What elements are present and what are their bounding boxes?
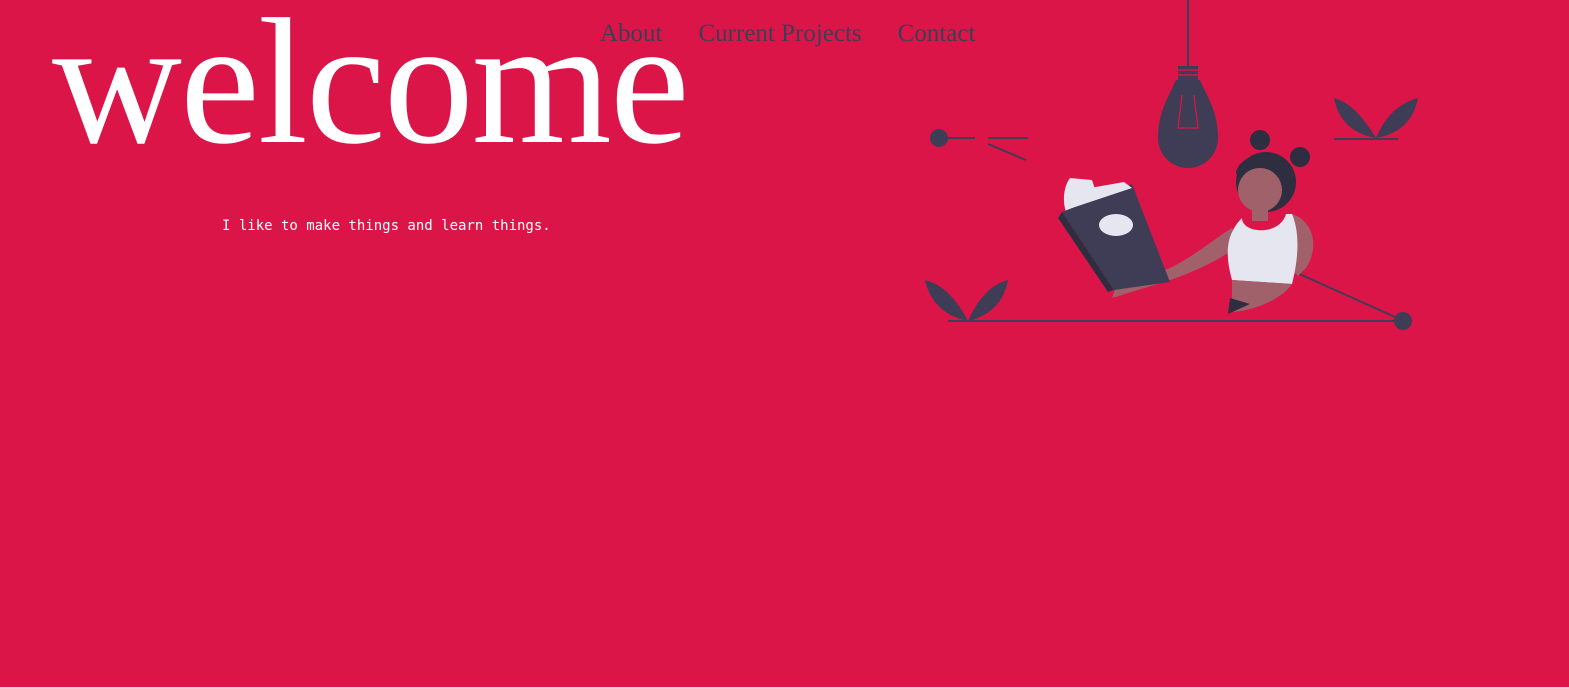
plant-icon-bottom-left xyxy=(925,280,1008,321)
node-dot-right xyxy=(1394,312,1412,330)
plant-icon-top-right xyxy=(1334,98,1418,140)
connector-lines xyxy=(940,137,1405,322)
nav-link-current-projects[interactable]: Current Projects xyxy=(699,18,862,50)
lightbulb-icon xyxy=(1158,0,1218,168)
hero-title: welcome xyxy=(52,0,690,181)
hero-tagline: I like to make things and learn things. xyxy=(222,218,551,234)
node-dot-left xyxy=(930,129,948,147)
book-icon xyxy=(1058,178,1170,292)
person-reading-illustration xyxy=(925,0,1418,330)
